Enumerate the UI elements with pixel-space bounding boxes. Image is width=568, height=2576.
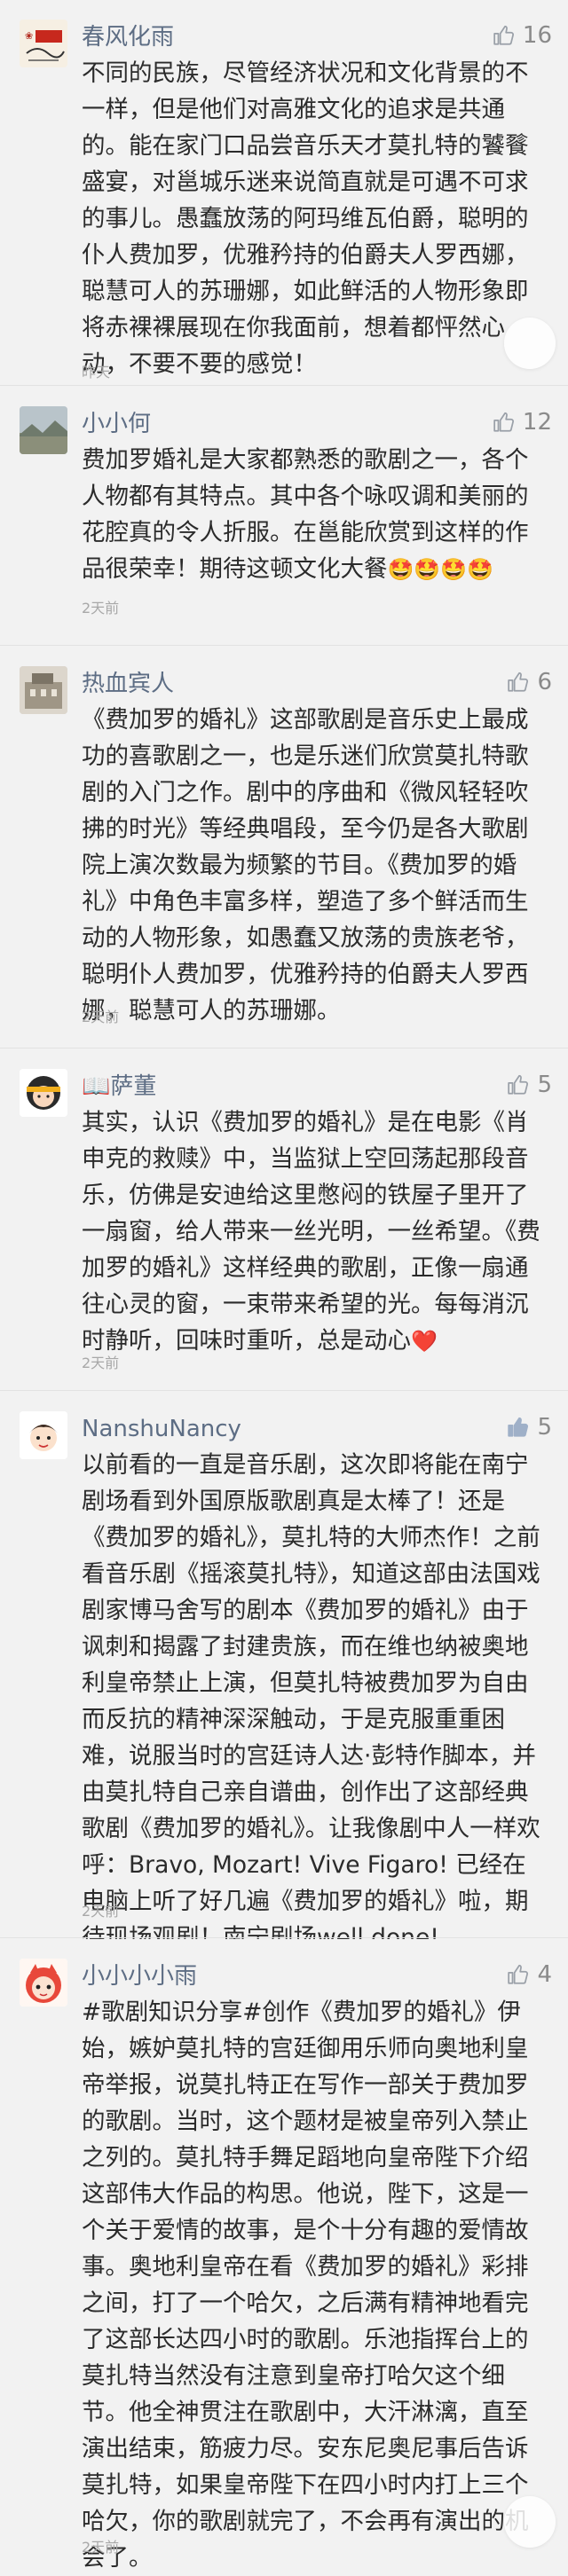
divider <box>0 645 568 646</box>
like-button[interactable]: 5 <box>507 1071 552 1099</box>
divider <box>0 1937 568 1938</box>
comment-item: 小小何 12 费加罗婚礼是大家都熟悉的歌剧之一，各个人物都有其特点。其中各个咏叹… <box>0 387 568 646</box>
cartoon-avatar-icon <box>20 1411 67 1459</box>
comment-item: 热血宾人 6 《费加罗的婚礼》这部歌剧是音乐史上最成功的喜歌剧之一，也是乐迷们欣… <box>0 647 568 1048</box>
avatar[interactable]: ❀ <box>20 20 67 67</box>
commenter-name[interactable]: 春风化雨 <box>82 23 174 51</box>
commenter-name[interactable]: 小小小小雨 <box>82 1962 197 1991</box>
thumbs-up-icon <box>493 412 514 432</box>
scroll-button[interactable] <box>504 2496 556 2548</box>
scroll-button[interactable] <box>504 318 556 369</box>
like-count: 16 <box>522 22 552 49</box>
timestamp: 2天前 <box>82 1355 120 1371</box>
cartoon-girl-avatar-icon <box>20 1069 67 1117</box>
like-button[interactable]: 4 <box>507 1960 552 1989</box>
thumbs-up-icon <box>508 671 529 692</box>
timestamp: 2天前 <box>82 1903 120 1920</box>
comment-item: NanshuNancy 5 以前看的一直是音乐剧，这次即将能在南宁剧场看到外国原… <box>0 1392 568 1952</box>
svg-text:❀: ❀ <box>25 30 33 42</box>
thumbs-up-icon <box>508 1964 529 1984</box>
commenter-name[interactable]: 热血宾人 <box>82 670 174 698</box>
avatar[interactable] <box>20 1069 67 1117</box>
thumbs-up-icon <box>508 1074 529 1095</box>
like-count: 5 <box>537 1072 552 1098</box>
like-button[interactable]: 5 <box>507 1413 552 1441</box>
thumbs-up-icon <box>493 25 514 45</box>
comment-text: 以前看的一直是音乐剧，这次即将能在南宁剧场看到外国原版歌剧真是太棒了！还是《费加… <box>82 1451 540 1952</box>
avatar[interactable] <box>20 406 67 454</box>
like-button[interactable]: 6 <box>507 668 552 696</box>
like-count: 5 <box>537 1414 552 1441</box>
avatar[interactable] <box>20 666 67 714</box>
like-button[interactable]: 12 <box>493 408 552 436</box>
comment-item: 📖萨董 5 其实，认识《费加罗的婚礼》是在电影《肖申克的救赎》中，当监狱上空回荡… <box>0 1049 568 1391</box>
avatar[interactable] <box>20 1959 67 2007</box>
timestamp: 2天前 <box>82 2539 120 2556</box>
calligraphy-avatar-icon: ❀ <box>20 20 67 67</box>
like-count: 4 <box>537 1961 552 1988</box>
comment-item: 小小小小雨 4 #歌剧知识分享#创作《费加罗的婚礼》伊始，嫉妒莫扎特的宫廷御用乐… <box>0 1939 568 2572</box>
comment-text: 其实，认识《费加罗的婚礼》是在电影《肖申克的救赎》中，当监狱上空回荡起那段音乐，… <box>82 1104 548 1360</box>
timestamp: 昨天 <box>82 364 111 381</box>
commenter-name[interactable]: 📖萨董 <box>82 1072 156 1101</box>
landscape-avatar-icon <box>20 406 67 454</box>
commenter-name[interactable]: NanshuNancy <box>82 1415 241 1443</box>
emoji: 🤩🤩🤩🤩 <box>387 557 494 582</box>
comment-text-body: 其实，认识《费加罗的婚礼》是在电影《肖申克的救赎》中，当监狱上空回荡起那段音乐，… <box>82 1109 540 1355</box>
comment-text: 《费加罗的婚礼》这部歌剧是音乐史上最成功的喜歌剧之一，也是乐迷们欣赏莫扎特歌剧的… <box>82 706 529 1025</box>
commenter-name[interactable]: 小小何 <box>82 410 151 438</box>
comment-text: #歌剧知识分享#创作《费加罗的婚礼》伊始，嫉妒莫扎特的宫廷御用乐师向奥地利皇帝举… <box>82 1999 529 2572</box>
timestamp: 2天前 <box>82 600 120 617</box>
comment-item: ❀ 春风化雨 16 不同的民族，尽管经济状况和文化背景的不一样，但是他们对高雅文… <box>0 0 568 386</box>
divider <box>0 1390 568 1391</box>
comment-text: 费加罗婚礼是大家都熟悉的歌剧之一，各个人物都有其特点。其中各个咏叹调和美丽的花腔… <box>82 442 548 588</box>
comment-text: 不同的民族，尽管经济状况和文化背景的不一样，但是他们对高雅文化的追求是共通的。能… <box>82 59 529 378</box>
thumbs-up-icon <box>508 1417 529 1437</box>
like-count: 6 <box>537 669 552 695</box>
timestamp: 2天前 <box>82 1009 120 1025</box>
like-button[interactable]: 16 <box>493 21 552 50</box>
building-avatar-icon <box>20 666 67 714</box>
cartoon-red-avatar-icon <box>20 1959 67 2007</box>
like-count: 12 <box>522 409 552 436</box>
emoji: ❤️ <box>411 1329 438 1354</box>
divider <box>0 385 568 386</box>
avatar[interactable] <box>20 1411 67 1459</box>
